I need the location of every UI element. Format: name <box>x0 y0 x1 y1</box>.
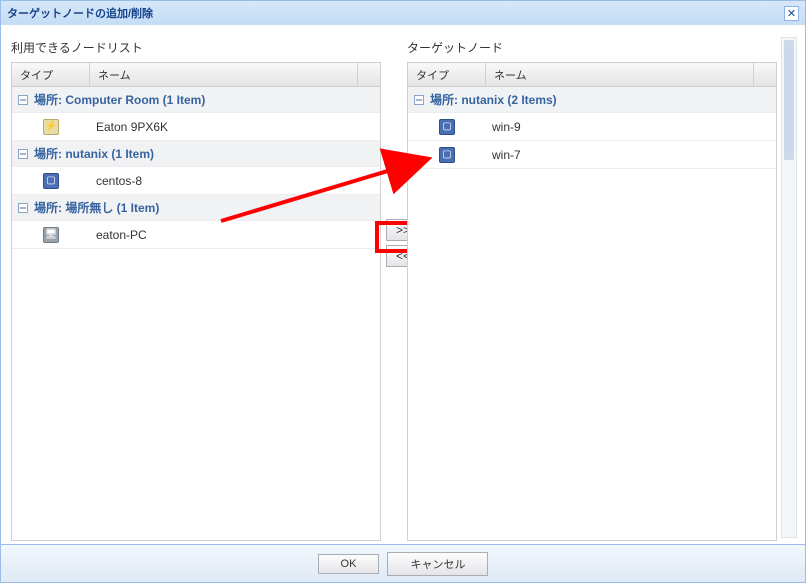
close-button[interactable]: ✕ <box>784 6 799 21</box>
node-type-icon: ⚡ <box>12 119 90 135</box>
body: 利用できるノードリスト タイプ ネーム 場所: Computer Room (1… <box>1 25 805 544</box>
node-name: centos-8 <box>90 174 380 188</box>
collapse-icon[interactable] <box>414 95 424 105</box>
col-type[interactable]: タイプ <box>408 63 486 86</box>
collapse-icon[interactable] <box>18 203 28 213</box>
list-item[interactable]: ⚡Eaton 9PX6K <box>12 113 380 141</box>
available-panel: 利用できるノードリスト タイプ ネーム 場所: Computer Room (1… <box>11 39 381 540</box>
grid-header: タイプ ネーム <box>408 63 776 87</box>
node-name: win-9 <box>486 120 776 134</box>
list-item[interactable]: ▢win-7 <box>408 141 776 169</box>
node-name: win-7 <box>486 148 776 162</box>
target-grid[interactable]: タイプ ネーム 場所: nutanix (2 Items)▢win-9▢win-… <box>407 62 777 541</box>
node-name: Eaton 9PX6K <box>90 120 380 134</box>
node-type-icon: ▢ <box>408 119 486 135</box>
node-type-icon: ▢ <box>408 147 486 163</box>
node-type-icon: 🖥 <box>12 227 90 243</box>
group-label: 場所: Computer Room (1 Item) <box>34 91 205 108</box>
title-bar: ターゲットノードの追加/削除 ✕ <box>1 1 805 25</box>
scrollbar[interactable] <box>781 37 797 538</box>
collapse-icon[interactable] <box>18 149 28 159</box>
target-panel: ターゲットノード タイプ ネーム 場所: nutanix (2 Items) ▢w… <box>407 39 777 540</box>
ok-button[interactable]: OK <box>318 554 380 574</box>
group-label: 場所: nutanix (1 Item) <box>34 145 154 162</box>
group-row[interactable]: 場所: nutanix (1 Item) <box>12 141 380 167</box>
dialog: ターゲットノードの追加/削除 ✕ 利用できるノードリスト タイプ ネーム 場所:… <box>0 0 806 583</box>
grid-header: タイプ ネーム <box>12 63 380 87</box>
available-title: 利用できるノードリスト <box>11 39 381 56</box>
available-grid[interactable]: タイプ ネーム 場所: Computer Room (1 Item) ⚡Eaton… <box>11 62 381 541</box>
col-spacer <box>754 63 776 86</box>
target-title: ターゲットノード <box>407 39 777 56</box>
group-row[interactable]: 場所: 場所無し (1 Item) <box>12 195 380 221</box>
collapse-icon[interactable] <box>18 95 28 105</box>
scrollbar-thumb[interactable] <box>784 40 794 160</box>
list-item[interactable]: 🖥eaton-PC <box>12 221 380 249</box>
cancel-button[interactable]: キャンセル <box>387 552 488 576</box>
node-name: eaton-PC <box>90 228 380 242</box>
col-name[interactable]: ネーム <box>90 63 358 86</box>
close-icon: ✕ <box>787 7 796 20</box>
group-label: 場所: 場所無し (1 Item) <box>34 199 159 216</box>
group-row[interactable]: 場所: Computer Room (1 Item) <box>12 87 380 113</box>
footer: OK キャンセル <box>1 544 805 582</box>
col-type[interactable]: タイプ <box>12 63 90 86</box>
dialog-title: ターゲットノードの追加/削除 <box>7 5 153 21</box>
col-spacer <box>358 63 380 86</box>
list-item[interactable]: ▢centos-8 <box>12 167 380 195</box>
group-label: 場所: nutanix (2 Items) <box>430 91 557 108</box>
col-name[interactable]: ネーム <box>486 63 754 86</box>
group-row[interactable]: 場所: nutanix (2 Items) <box>408 87 776 113</box>
node-type-icon: ▢ <box>12 173 90 189</box>
list-item[interactable]: ▢win-9 <box>408 113 776 141</box>
